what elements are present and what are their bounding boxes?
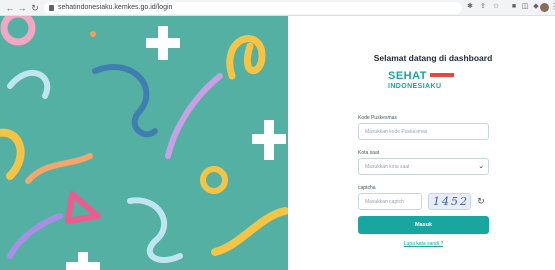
logo-sehat-text: SEHAT (388, 70, 427, 82)
blue-squiggle-shape (92, 63, 158, 138)
captcha-input[interactable]: Masukkan captch (358, 193, 422, 210)
squiggle-pattern (0, 16, 288, 270)
yellow-band-shape (0, 128, 25, 180)
orange-dot-shape (90, 31, 96, 37)
address-bar[interactable]: sehatindonesiaku.kemkes.go.id/login (44, 2, 462, 14)
reload-icon[interactable]: ↻ (30, 3, 40, 13)
white-plus-right-shape (252, 120, 286, 160)
browser-toolbar: ← → ↻ sehatindonesiaku.kemkes.go.id/logi… (0, 0, 555, 16)
refresh-captcha-icon[interactable]: ↻ (476, 196, 486, 206)
hero-illustration (0, 16, 288, 270)
chevron-down-icon: ⌄ (478, 163, 484, 170)
profile-avatar[interactable] (540, 3, 549, 12)
lock-icon (49, 5, 54, 11)
login-panel: Selamat datang di dashboard SEHAT INDONE… (288, 16, 555, 270)
forward-arrow-icon[interactable]: → (17, 3, 27, 13)
welcome-heading: Selamat datang di dashboard (373, 53, 493, 63)
captcha-label: captcha (358, 185, 376, 191)
purple-line-shape (165, 73, 223, 159)
back-arrow-icon[interactable]: ← (5, 3, 15, 13)
orange-squiggle-shape (25, 153, 93, 184)
kode-puskesmas-input[interactable]: Masukkan kode Puskesmas (358, 123, 489, 140)
forgot-password-link[interactable]: Lupa kata sandi ? (358, 241, 489, 247)
yellow-band-bottom-shape (211, 207, 288, 256)
extension-icon[interactable]: ■ (510, 3, 518, 11)
bookmark-star-icon[interactable]: ☆ (492, 3, 500, 11)
kode-puskesmas-label: Kode Puskesmas (358, 115, 397, 121)
captcha-image: 1452 (428, 193, 471, 210)
sehat-indonesiaku-logo: SEHAT INDONESIAKU (388, 70, 468, 96)
kode-puskesmas-placeholder: Masukkan kode Puskesmas (365, 129, 428, 135)
captcha-code: 1452 (433, 195, 469, 208)
logo-red-bar (430, 73, 454, 77)
logo-indonesiaku-text: INDONESIAKU (388, 83, 442, 90)
pink-ring-shape (0, 16, 36, 46)
url-text: sehatindonesiaku.kemkes.go.id/login (58, 4, 173, 11)
submit-button[interactable]: Masuk (358, 216, 489, 234)
pink-triangle-shape (65, 191, 101, 224)
light-blue-squiggle-shape (127, 197, 183, 263)
yellow-loop-shape (226, 35, 266, 80)
kota-select[interactable]: Masukkan kota saat ⌄ (358, 158, 489, 175)
share-icon[interactable]: ⇪ (479, 3, 487, 11)
translate-icon[interactable]: ✱ (466, 3, 474, 11)
extension-puzzle-icon[interactable]: ◆ (532, 3, 540, 11)
purple-arc-shape (7, 213, 63, 259)
captcha-placeholder: Masukkan captch (365, 199, 404, 205)
yellow-ring-shape (200, 166, 228, 194)
kota-placeholder: Masukkan kota saat (365, 164, 410, 170)
menu-dots-icon[interactable]: ⋮ (550, 2, 555, 12)
kota-label: Kota saat (358, 150, 380, 156)
white-plus-shape (146, 26, 180, 60)
white-plus-bottom-shape (66, 252, 100, 270)
sidebar-icon[interactable]: ◫ (521, 3, 529, 11)
light-blue-arc-shape (7, 69, 51, 99)
